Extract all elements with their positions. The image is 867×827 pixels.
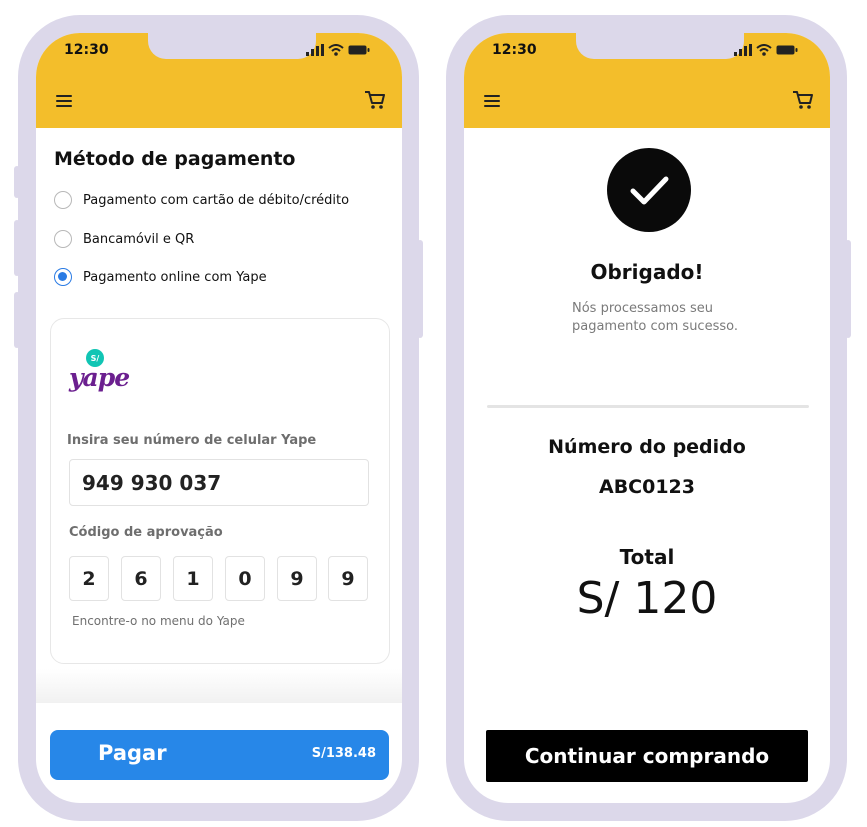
payment-method-title: Método de pagamento xyxy=(54,148,296,170)
signal-icon xyxy=(306,44,324,56)
wifi-icon xyxy=(328,44,344,56)
continue-shopping-label: Continuar comprando xyxy=(524,744,770,768)
battery-icon xyxy=(348,45,370,55)
battery-icon xyxy=(776,45,798,55)
code-label: Código de aprovação xyxy=(69,525,223,540)
left-phone-frame: 12:30 Método de pagamento Pagamento com … xyxy=(18,15,419,821)
signal-icon xyxy=(734,44,752,56)
code-digit[interactable]: 0 xyxy=(225,556,265,601)
phone-label: Insira seu número de celular Yape xyxy=(67,433,317,448)
radio-button[interactable] xyxy=(54,230,72,248)
notch xyxy=(576,33,744,59)
cart-icon[interactable] xyxy=(792,90,814,110)
code-digit[interactable]: 9 xyxy=(328,556,368,601)
payment-option-card[interactable]: Pagamento com cartão de débito/crédito xyxy=(54,191,349,209)
yape-word: yape xyxy=(69,363,130,392)
code-digit[interactable]: 6 xyxy=(121,556,161,601)
yape-card: S/ yape Insira seu número de celular Yap… xyxy=(50,318,390,664)
left-power-button xyxy=(417,240,423,338)
payment-option-label: Pagamento online com Yape xyxy=(83,269,267,285)
thanks-message-line1: Nós processamos seu xyxy=(572,301,714,316)
phone-input[interactable]: 949 930 037 xyxy=(69,459,369,506)
payment-option-label: Bancamóvil e QR xyxy=(83,231,195,247)
yape-logo: S/ yape xyxy=(69,349,130,407)
status-time: 12:30 xyxy=(492,42,537,58)
status-icons xyxy=(734,44,798,56)
right-power-button xyxy=(845,240,851,338)
left-phone-screen: 12:30 Método de pagamento Pagamento com … xyxy=(36,33,402,803)
menu-icon[interactable] xyxy=(484,95,500,107)
total-value: S/ 120 xyxy=(576,573,718,624)
pay-button-amount: S/138.48 xyxy=(311,746,376,761)
order-number-label: Número do pedido xyxy=(548,436,746,458)
menu-icon[interactable] xyxy=(56,95,72,107)
bottom-shade xyxy=(36,669,402,703)
left-volume-button xyxy=(14,292,20,348)
right-phone-frame: 12:30 Obrigado! Nós processamos seu paga… xyxy=(446,15,847,821)
radio-button-selected[interactable] xyxy=(54,268,72,286)
radio-button[interactable] xyxy=(54,191,72,209)
payment-option-bank[interactable]: Bancamóvil e QR xyxy=(54,230,194,248)
payment-option-label: Pagamento com cartão de débito/crédito xyxy=(83,192,350,208)
left-volume-button xyxy=(14,220,20,276)
divider xyxy=(487,405,809,408)
thanks-title: Obrigado! xyxy=(590,260,704,284)
code-digit[interactable]: 1 xyxy=(173,556,213,601)
pay-button-label: Pagar xyxy=(98,741,167,765)
status-time: 12:30 xyxy=(64,42,109,58)
order-number-value: ABC0123 xyxy=(598,476,695,498)
code-digit[interactable]: 9 xyxy=(277,556,317,601)
check-icon xyxy=(607,148,691,232)
thanks-message-line2: pagamento com sucesso. xyxy=(572,319,738,334)
total-label: Total xyxy=(619,545,675,569)
right-phone-screen: 12:30 Obrigado! Nós processamos seu paga… xyxy=(464,33,830,803)
code-digit[interactable]: 2 xyxy=(69,556,109,601)
cart-icon[interactable] xyxy=(364,90,386,110)
status-icons xyxy=(306,44,370,56)
wifi-icon xyxy=(756,44,772,56)
payment-option-yape[interactable]: Pagamento online com Yape xyxy=(54,268,267,286)
left-volume-button xyxy=(14,166,20,198)
pay-button[interactable]: Pagar S/138.48 xyxy=(50,730,389,780)
code-hint: Encontre-o no menu do Yape xyxy=(72,614,245,628)
notch xyxy=(148,33,316,59)
continue-shopping-button[interactable]: Continuar comprando xyxy=(486,730,808,782)
